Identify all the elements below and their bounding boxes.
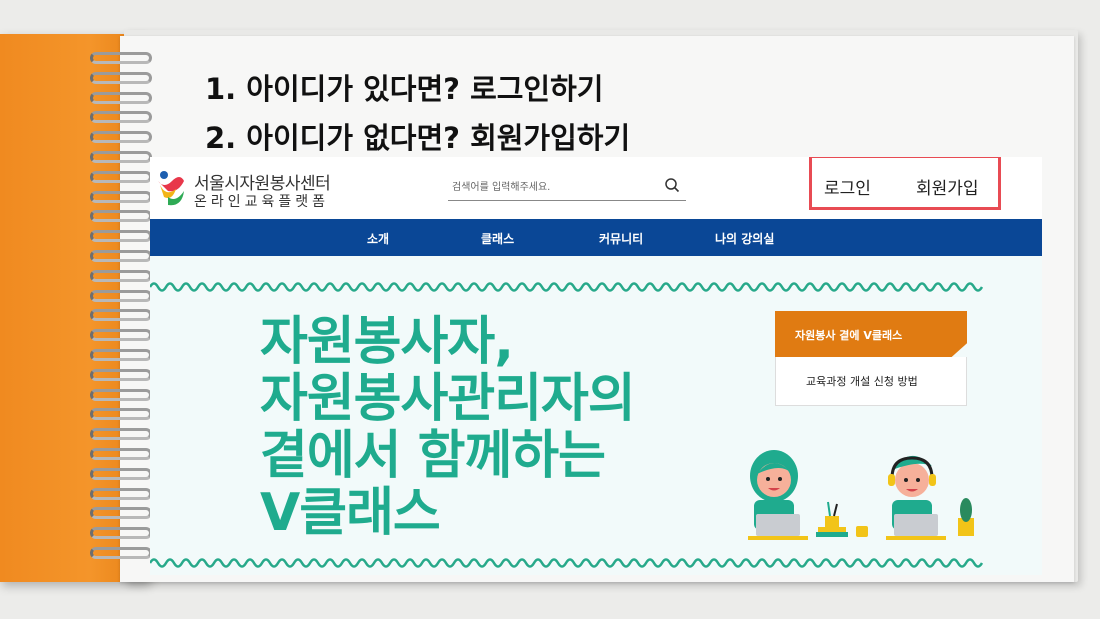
spiral-ring — [90, 52, 152, 64]
spiral-ring — [90, 349, 152, 361]
nav-item-my-classroom[interactable]: 나의 강의실 — [715, 230, 774, 247]
search-icon[interactable] — [664, 177, 680, 193]
spiral-ring — [90, 250, 152, 262]
search-bar — [448, 173, 686, 201]
spiral-ring — [90, 467, 152, 480]
spiral-ring — [90, 190, 152, 203]
spiral-ring — [90, 170, 152, 183]
logo-mark-icon — [158, 171, 184, 206]
spiral-ring — [90, 388, 152, 401]
spiral-ring — [90, 230, 152, 243]
card-link-course-request[interactable]: 교육과정 개설 신청 방법 — [775, 357, 967, 406]
card-tab-label: 자원봉사 곁에 V클래스 — [795, 329, 903, 342]
card-tab-vclass[interactable]: 자원봉사 곁에 V클래스 — [775, 311, 967, 357]
card-body-label: 교육과정 개설 신청 방법 — [806, 375, 918, 388]
bottom-wave-border — [150, 558, 984, 568]
hero-banner: 자원봉사자, 자원봉사관리자의 곁에서 함께하는 V클래스 자원봉사 곁에 V클… — [150, 256, 1042, 575]
spiral-ring — [90, 329, 152, 342]
students-illustration — [748, 450, 974, 540]
login-link[interactable]: 로그인 — [824, 174, 871, 199]
spiral-ring — [90, 428, 152, 441]
instruction-line-2: 2. 아이디가 없다면? 회원가입하기 — [205, 121, 631, 155]
search-input[interactable] — [452, 177, 652, 197]
main-nav: 소개 클래스 커뮤니티 나의 강의실 — [150, 219, 1042, 256]
spiral-ring — [90, 547, 152, 559]
spiral-ring — [90, 487, 152, 500]
spiral-ring — [90, 507, 152, 520]
spiral-ring — [90, 111, 152, 124]
spiral-ring — [90, 91, 152, 104]
spiral-ring — [90, 448, 152, 460]
logo-subtitle: 온라인교육플랫폼 — [194, 194, 330, 210]
hero-side-card: 자원봉사 곁에 V클래스 교육과정 개설 신청 방법 — [775, 311, 967, 406]
hero-title-line-1: 자원봉사자, — [260, 312, 514, 372]
nav-item-class[interactable]: 클래스 — [481, 230, 514, 247]
spiral-ring — [90, 309, 152, 322]
spiral-ring — [90, 269, 152, 282]
hero-title-line-2: 자원봉사관리자의 — [260, 369, 636, 429]
spiral-ring — [90, 408, 152, 421]
nav-item-community[interactable]: 커뮤니티 — [599, 230, 643, 247]
auth-highlight-box: 로그인 회원가입 — [809, 157, 1001, 210]
hero-title-line-3: 곁에서 함께하는 — [260, 426, 606, 486]
nav-item-intro[interactable]: 소개 — [367, 230, 389, 247]
hero-title: 자원봉사자, 자원봉사관리자의 곁에서 함께하는 V클래스 — [260, 314, 780, 542]
spiral-ring — [90, 527, 152, 540]
spiral-ring — [90, 71, 152, 84]
site-logo[interactable]: 서울시자원봉사센터 온라인교육플랫폼 — [154, 165, 344, 213]
spiral-ring — [90, 289, 152, 302]
signup-link[interactable]: 회원가입 — [916, 174, 979, 199]
spiral-ring — [90, 210, 152, 223]
spiral-ring — [90, 131, 152, 144]
site-header: 서울시자원봉사센터 온라인교육플랫폼 로그인 회원가입 — [150, 157, 1042, 219]
hero-title-line-4: V클래스 — [260, 483, 441, 543]
spiral-ring — [90, 151, 152, 163]
instruction-line-1: 1. 아이디가 있다면? 로그인하기 — [205, 72, 604, 106]
website-screenshot: 서울시자원봉사센터 온라인교육플랫폼 로그인 회원가입 소개 클래스 커뮤니티 … — [150, 157, 1042, 575]
spiral-ring — [90, 368, 152, 381]
top-wave-border — [150, 282, 984, 292]
